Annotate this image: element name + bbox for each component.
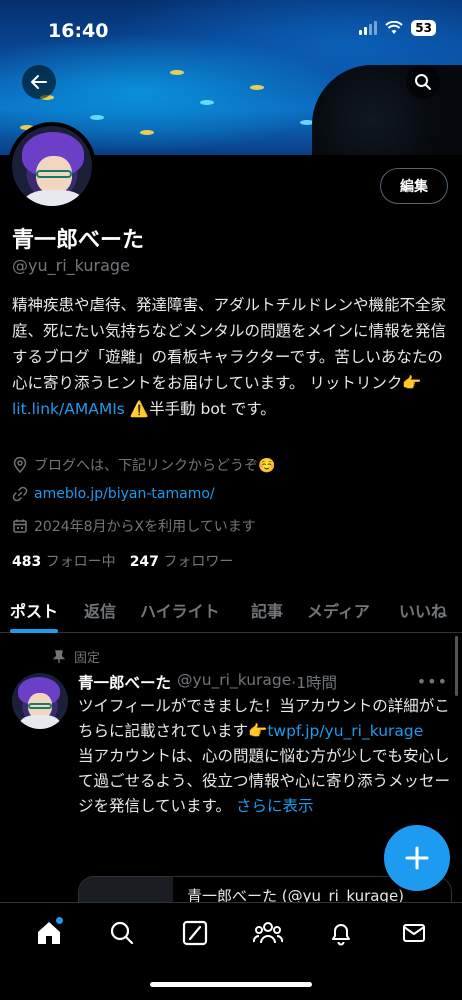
search-button[interactable] [406,65,440,99]
profile-joined: 2024年8月からXを利用しています [12,516,256,536]
pin-icon [52,649,66,663]
nav-search[interactable] [102,917,142,949]
profile-name: 青一郎べーた [12,228,145,253]
following-count: 483 [12,554,42,570]
following-link[interactable]: 483 フォロー中 [12,551,116,571]
nav-communities[interactable] [248,917,288,949]
profile-website: ameblo.jp/biyan-tamamo/ [12,486,215,502]
pinned-indicator: 固定 [52,647,100,666]
calendar-icon [13,519,27,533]
wifi-icon [385,21,403,34]
location-text: ブログへは、下記リンクからどうぞ☺️ [34,458,276,474]
fish-decoration [200,100,214,105]
tab-highlights[interactable]: ハイライト [140,587,220,633]
nav-grok[interactable] [175,917,215,949]
fish-decoration [140,130,154,135]
post-header: 青一郎べーた @yu_ri_kurage ·1時間 [78,671,337,693]
nav-home[interactable] [29,917,69,949]
edit-profile-button[interactable]: 編集 [380,168,448,204]
compose-button[interactable] [384,825,450,891]
location-pin-icon [13,457,27,473]
show-more-link[interactable]: さらに表示 [236,797,314,815]
more-options-icon[interactable]: ••• [417,672,448,691]
status-bar: 16:40 53 [0,0,462,50]
pinned-label: 固定 [74,651,101,666]
bio-link[interactable]: lit.link/AMAMIs [12,400,125,418]
profile-avatar[interactable] [8,122,96,210]
follow-stats: 483 フォロー中 247 フォロワー [12,551,233,571]
notification-dot [55,917,63,924]
bio-text: 精神疾患や虐待、発達障害、アダルトチルドレンや機能不全家庭、死にたい気持ちなどメ… [12,296,447,392]
link-icon [12,486,28,502]
website-link[interactable]: ameblo.jp/biyan-tamamo/ [34,486,215,502]
back-button[interactable] [22,65,56,99]
fish-decoration [170,70,184,75]
communities-icon [252,922,283,944]
home-indicator[interactable] [150,982,312,987]
mail-icon [402,924,425,942]
tab-posts[interactable]: ポスト [10,587,59,633]
bio-text-tail: ⚠️半手動 bot です。 [124,400,276,418]
followers-count: 247 [129,554,159,570]
post-text[interactable]: ツイフィールができました！当アカウントの詳細がこちらに記載されています👉twpf… [78,694,452,819]
profile-handle: @yu_ri_kurage [12,256,130,275]
nav-notifications[interactable] [321,917,361,949]
followers-label: フォロワー [163,554,234,570]
search-icon [415,74,431,90]
arrow-left-icon [31,75,47,89]
fish-decoration [250,85,264,90]
joined-text: 2024年8月からXを利用しています [34,519,256,535]
nav-messages[interactable] [394,917,434,949]
plus-icon [405,846,429,870]
profile-bio: 精神疾患や虐待、発達障害、アダルトチルドレンや機能不全家庭、死にたい気持ちなどメ… [12,292,452,422]
grok-icon [182,920,207,946]
scrollbar[interactable] [455,636,458,696]
post-avatar[interactable] [12,673,68,729]
bell-icon [331,924,350,946]
status-time: 16:40 [48,20,109,42]
fish-decoration [90,115,104,120]
tab-replies[interactable]: 返信 [84,587,116,633]
post-author-handle: @yu_ri_kurage [177,671,292,689]
search-icon [110,921,133,945]
following-label: フォロー中 [45,554,116,570]
followers-link[interactable]: 247 フォロワー [130,551,234,571]
status-icons: 53 [359,20,436,36]
post-author-name[interactable]: 青一郎べーた [78,671,171,693]
profile-location: ブログへは、下記リンクからどうぞ☺️ [12,455,275,475]
battery-icon: 53 [411,20,436,36]
post-link[interactable]: twpf.jp/yu_ri_kurage [267,722,423,740]
post-time: ·1時間 [291,674,338,692]
tab-likes[interactable]: いいね [399,587,447,633]
tab-media[interactable]: メディア [307,587,370,633]
tab-articles[interactable]: 記事 [251,587,283,633]
profile-tabs: ポスト 返信 ハイライト 記事 メディア いいね [0,587,462,633]
signal-icon [359,21,378,35]
